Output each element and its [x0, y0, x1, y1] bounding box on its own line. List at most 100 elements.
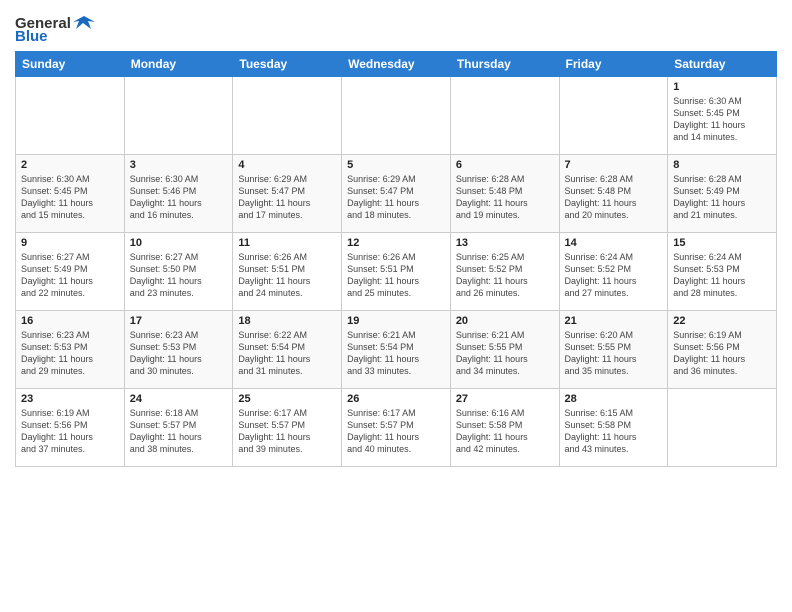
- header: General Blue: [15, 10, 777, 45]
- calendar-week-0: 1 Sunrise: 6:30 AM Sunset: 5:45 PM Daylig…: [16, 77, 777, 155]
- cell-info: Sunrise: 6:30 AM Sunset: 5:46 PM Dayligh…: [130, 173, 228, 222]
- logo-blue-text: Blue: [15, 28, 48, 45]
- day-number: 20: [456, 315, 554, 327]
- calendar-cell: 19 Sunrise: 6:21 AM Sunset: 5:54 PM Dayli…: [342, 311, 451, 389]
- calendar-week-4: 23 Sunrise: 6:19 AM Sunset: 5:56 PM Dayli…: [16, 389, 777, 467]
- day-number: 1: [673, 81, 771, 93]
- day-number: 22: [673, 315, 771, 327]
- calendar-week-2: 9 Sunrise: 6:27 AM Sunset: 5:49 PM Daylig…: [16, 233, 777, 311]
- cell-info: Sunrise: 6:24 AM Sunset: 5:53 PM Dayligh…: [673, 251, 771, 300]
- calendar-cell: 13Sunrise: 6:25 AM Sunset: 5:52 PM Dayli…: [450, 233, 559, 311]
- cell-info: Sunrise: 6:19 AM Sunset: 5:56 PM Dayligh…: [21, 407, 119, 456]
- cell-info: Sunrise: 6:22 AM Sunset: 5:54 PM Dayligh…: [238, 329, 336, 378]
- logo: General Blue: [15, 14, 95, 45]
- calendar-cell: 8 Sunrise: 6:28 AM Sunset: 5:49 PM Daylig…: [668, 155, 777, 233]
- calendar-header: SundayMondayTuesdayWednesdayThursdayFrid…: [16, 52, 777, 77]
- weekday-header-wednesday: Wednesday: [342, 52, 451, 77]
- cell-info: Sunrise: 6:27 AM Sunset: 5:49 PM Dayligh…: [21, 251, 119, 300]
- cell-info: Sunrise: 6:21 AM Sunset: 5:54 PM Dayligh…: [347, 329, 445, 378]
- day-number: 5: [347, 159, 445, 171]
- calendar-cell: [233, 77, 342, 155]
- day-number: 24: [130, 393, 228, 405]
- cell-info: Sunrise: 6:28 AM Sunset: 5:49 PM Dayligh…: [673, 173, 771, 222]
- day-number: 15: [673, 237, 771, 249]
- day-number: 11: [238, 237, 336, 249]
- day-number: 28: [565, 393, 663, 405]
- cell-info: Sunrise: 6:27 AM Sunset: 5:50 PM Dayligh…: [130, 251, 228, 300]
- day-number: 19: [347, 315, 445, 327]
- calendar-cell: [16, 77, 125, 155]
- cell-info: Sunrise: 6:24 AM Sunset: 5:52 PM Dayligh…: [565, 251, 663, 300]
- calendar-cell: 12 Sunrise: 6:26 AM Sunset: 5:51 PM Dayli…: [342, 233, 451, 311]
- weekday-row: SundayMondayTuesdayWednesdayThursdayFrid…: [16, 52, 777, 77]
- day-number: 26: [347, 393, 445, 405]
- day-number: 25: [238, 393, 336, 405]
- day-number: 16: [21, 315, 119, 327]
- cell-info: Sunrise: 6:28 AM Sunset: 5:48 PM Dayligh…: [456, 173, 554, 222]
- calendar-cell: 26 Sunrise: 6:17 AM Sunset: 5:57 PM Dayli…: [342, 389, 451, 467]
- day-number: 3: [130, 159, 228, 171]
- cell-info: Sunrise: 6:30 AM Sunset: 5:45 PM Dayligh…: [21, 173, 119, 222]
- cell-info: Sunrise: 6:28 AM Sunset: 5:48 PM Dayligh…: [565, 173, 663, 222]
- logo-bird-icon: [73, 14, 95, 32]
- day-number: 4: [238, 159, 336, 171]
- cell-info: Sunrise: 6:26 AM Sunset: 5:51 PM Dayligh…: [347, 251, 445, 300]
- day-number: 10: [130, 237, 228, 249]
- cell-info: Sunrise: 6:23 AM Sunset: 5:53 PM Dayligh…: [21, 329, 119, 378]
- cell-info: Sunrise: 6:20 AM Sunset: 5:55 PM Dayligh…: [565, 329, 663, 378]
- day-number: 21: [565, 315, 663, 327]
- calendar-cell: 20 Sunrise: 6:21 AM Sunset: 5:55 PM Dayli…: [450, 311, 559, 389]
- day-number: 27: [456, 393, 554, 405]
- calendar-cell: [559, 77, 668, 155]
- calendar-cell: 3 Sunrise: 6:30 AM Sunset: 5:46 PM Daylig…: [124, 155, 233, 233]
- cell-info: Sunrise: 6:17 AM Sunset: 5:57 PM Dayligh…: [347, 407, 445, 456]
- day-number: 9: [21, 237, 119, 249]
- cell-info: Sunrise: 6:30 AM Sunset: 5:45 PM Dayligh…: [673, 95, 771, 144]
- calendar-cell: 5Sunrise: 6:29 AM Sunset: 5:47 PM Daylig…: [342, 155, 451, 233]
- calendar-cell: 27Sunrise: 6:16 AM Sunset: 5:58 PM Dayli…: [450, 389, 559, 467]
- day-number: 8: [673, 159, 771, 171]
- calendar-cell: 21 Sunrise: 6:20 AM Sunset: 5:55 PM Dayli…: [559, 311, 668, 389]
- calendar-cell: 14 Sunrise: 6:24 AM Sunset: 5:52 PM Dayli…: [559, 233, 668, 311]
- day-number: 18: [238, 315, 336, 327]
- cell-info: Sunrise: 6:26 AM Sunset: 5:51 PM Dayligh…: [238, 251, 336, 300]
- weekday-header-sunday: Sunday: [16, 52, 125, 77]
- calendar-week-1: 2 Sunrise: 6:30 AM Sunset: 5:45 PM Daylig…: [16, 155, 777, 233]
- day-number: 2: [21, 159, 119, 171]
- day-number: 23: [21, 393, 119, 405]
- weekday-header-tuesday: Tuesday: [233, 52, 342, 77]
- calendar-cell: 23 Sunrise: 6:19 AM Sunset: 5:56 PM Dayli…: [16, 389, 125, 467]
- cell-info: Sunrise: 6:15 AM Sunset: 5:58 PM Dayligh…: [565, 407, 663, 456]
- calendar-cell: 7Sunrise: 6:28 AM Sunset: 5:48 PM Daylig…: [559, 155, 668, 233]
- weekday-header-saturday: Saturday: [668, 52, 777, 77]
- calendar-cell: [450, 77, 559, 155]
- weekday-header-monday: Monday: [124, 52, 233, 77]
- weekday-header-thursday: Thursday: [450, 52, 559, 77]
- cell-info: Sunrise: 6:29 AM Sunset: 5:47 PM Dayligh…: [238, 173, 336, 222]
- calendar-cell: 10 Sunrise: 6:27 AM Sunset: 5:50 PM Dayli…: [124, 233, 233, 311]
- calendar-cell: 18 Sunrise: 6:22 AM Sunset: 5:54 PM Dayli…: [233, 311, 342, 389]
- day-number: 13: [456, 237, 554, 249]
- cell-info: Sunrise: 6:17 AM Sunset: 5:57 PM Dayligh…: [238, 407, 336, 456]
- calendar-cell: 24 Sunrise: 6:18 AM Sunset: 5:57 PM Dayli…: [124, 389, 233, 467]
- cell-info: Sunrise: 6:21 AM Sunset: 5:55 PM Dayligh…: [456, 329, 554, 378]
- calendar-cell: [342, 77, 451, 155]
- calendar-cell: 16 Sunrise: 6:23 AM Sunset: 5:53 PM Dayli…: [16, 311, 125, 389]
- calendar-cell: 15 Sunrise: 6:24 AM Sunset: 5:53 PM Dayli…: [668, 233, 777, 311]
- calendar-table: SundayMondayTuesdayWednesdayThursdayFrid…: [15, 51, 777, 467]
- calendar-cell: 11 Sunrise: 6:26 AM Sunset: 5:51 PM Dayli…: [233, 233, 342, 311]
- cell-info: Sunrise: 6:23 AM Sunset: 5:53 PM Dayligh…: [130, 329, 228, 378]
- calendar-cell: 25 Sunrise: 6:17 AM Sunset: 5:57 PM Dayli…: [233, 389, 342, 467]
- calendar-cell: 17 Sunrise: 6:23 AM Sunset: 5:53 PM Dayli…: [124, 311, 233, 389]
- calendar-week-3: 16 Sunrise: 6:23 AM Sunset: 5:53 PM Dayli…: [16, 311, 777, 389]
- calendar-cell: 6 Sunrise: 6:28 AM Sunset: 5:48 PM Daylig…: [450, 155, 559, 233]
- day-number: 17: [130, 315, 228, 327]
- page: General Blue SundayMondayTuesdayWednesda…: [0, 0, 792, 612]
- day-number: 6: [456, 159, 554, 171]
- cell-info: Sunrise: 6:19 AM Sunset: 5:56 PM Dayligh…: [673, 329, 771, 378]
- day-number: 14: [565, 237, 663, 249]
- calendar-cell: 22 Sunrise: 6:19 AM Sunset: 5:56 PM Dayli…: [668, 311, 777, 389]
- calendar-body: 1 Sunrise: 6:30 AM Sunset: 5:45 PM Daylig…: [16, 77, 777, 467]
- cell-info: Sunrise: 6:18 AM Sunset: 5:57 PM Dayligh…: [130, 407, 228, 456]
- day-number: 12: [347, 237, 445, 249]
